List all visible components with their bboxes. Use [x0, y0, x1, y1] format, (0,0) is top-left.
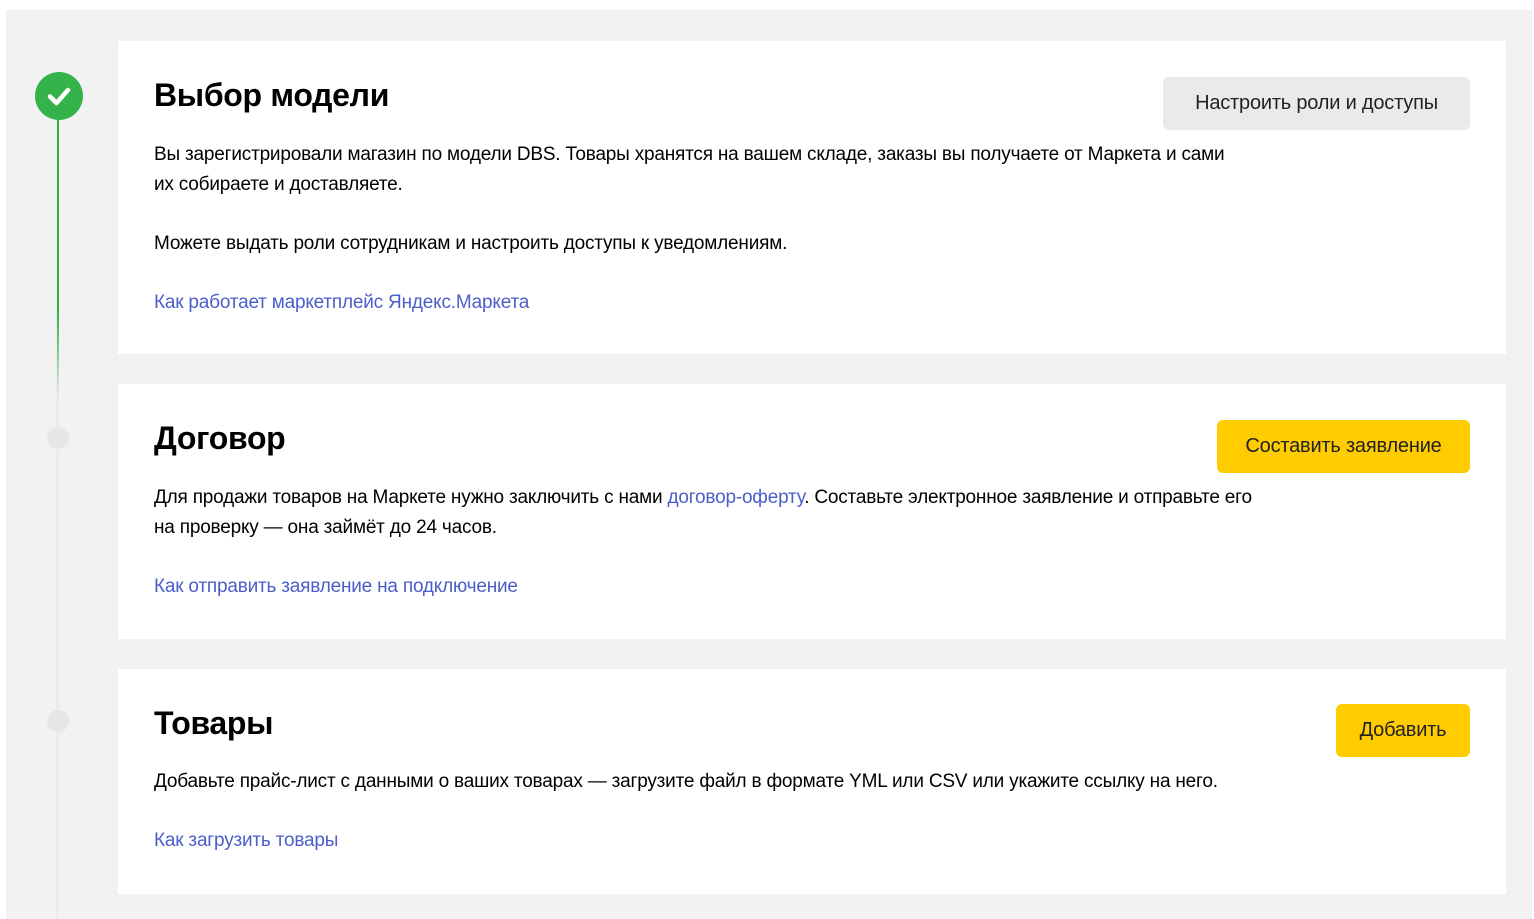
help-link-upload-products[interactable]: Как загрузить товары: [154, 830, 338, 851]
step-title: Договор: [154, 420, 286, 456]
timeline-progress-line: [57, 110, 59, 400]
step-note: Можете выдать роли сотрудникам и настрои…: [154, 233, 788, 254]
step-card-contract: Договор Составить заявление Для продажи …: [118, 384, 1506, 639]
help-link-marketplace[interactable]: Как работает маркетплейс Яндекс.Маркета: [154, 292, 529, 313]
step-description: Добавьте прайс-лист с данными о ваших то…: [154, 771, 1218, 792]
step-card-products: Товары Добавить Добавьте прайс-лист с да…: [118, 669, 1506, 894]
description-line-2: на проверку — она займёт до 24 часов.: [154, 517, 497, 538]
create-application-button[interactable]: Составить заявление: [1217, 420, 1470, 473]
step-2-dot-icon: [47, 427, 69, 449]
step-1-done-icon: [35, 72, 83, 120]
description-line-2: их собираете и доставляете.: [154, 174, 403, 195]
description-line-1: Вы зарегистрировали магазин по модели DB…: [154, 144, 1225, 165]
step-title: Выбор модели: [154, 77, 390, 113]
description-text: Для продажи товаров на Маркете нужно зак…: [154, 487, 668, 508]
step-card-model: Выбор модели Настроить роли и доступы Вы…: [118, 41, 1506, 354]
help-link-application[interactable]: Как отправить заявление на подключение: [154, 576, 518, 597]
configure-roles-button[interactable]: Настроить роли и доступы: [1163, 77, 1470, 130]
offer-contract-link[interactable]: договор-оферту: [667, 487, 804, 508]
step-3-dot-icon: [47, 710, 69, 732]
checkmark-icon: [47, 87, 71, 106]
add-products-button[interactable]: Добавить: [1336, 704, 1470, 757]
step-description: Вы зарегистрировали магазин по модели DB…: [154, 140, 1225, 200]
step-description: Для продажи товаров на Маркете нужно зак…: [154, 483, 1252, 543]
step-title: Товары: [154, 705, 274, 741]
description-text: . Составьте электронное заявление и отпр…: [804, 487, 1252, 508]
